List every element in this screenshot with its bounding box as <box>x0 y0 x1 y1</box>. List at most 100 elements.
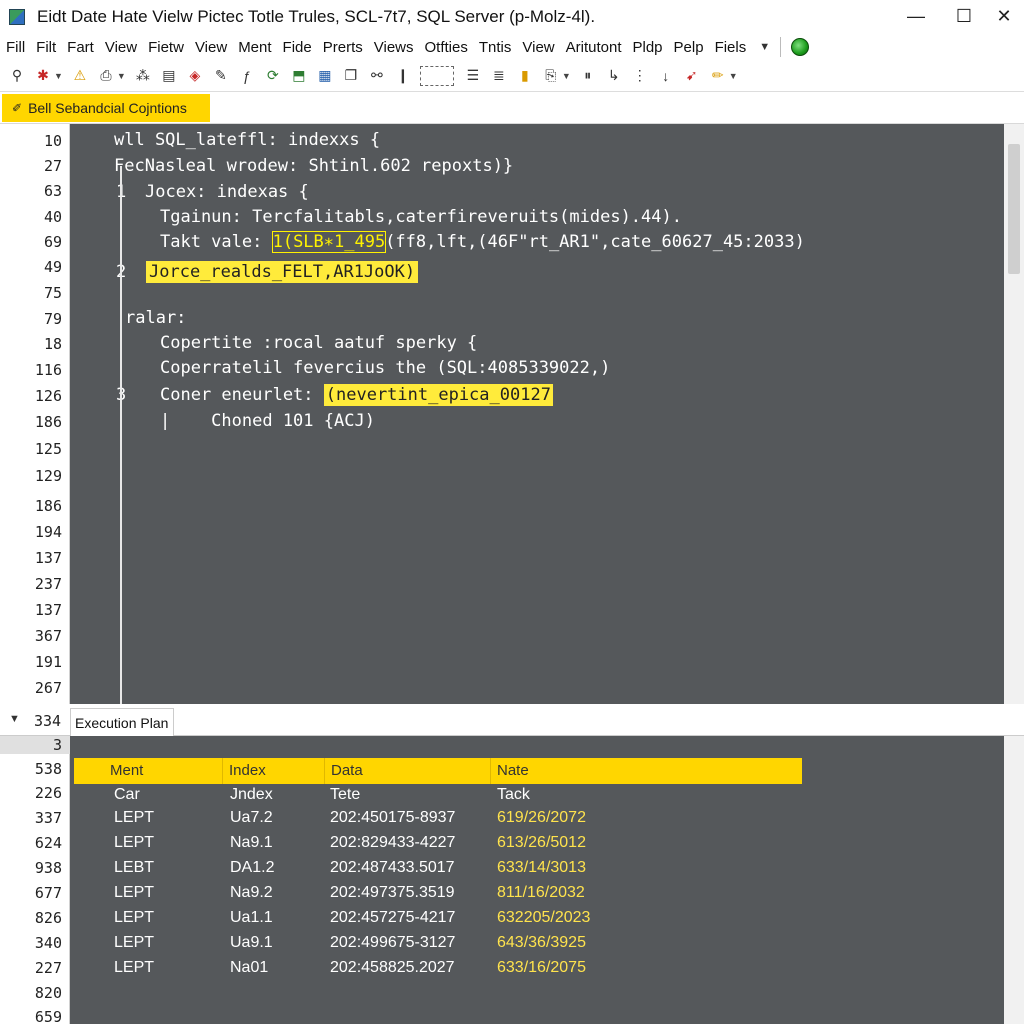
document-icon[interactable]: ▤ <box>160 67 178 85</box>
line-number: 69 <box>43 233 62 251</box>
menu-item[interactable]: Prerts <box>323 39 363 56</box>
code-line: Copertite :rocal aatuf sperky { <box>160 333 478 353</box>
menu-bar: Fill Filt Fart View Fietw View Ment Fide… <box>0 34 1024 60</box>
minimize-button[interactable]: — <box>902 4 930 28</box>
more-icon[interactable]: ⋮ <box>631 67 649 85</box>
line-number: 116 <box>34 361 62 379</box>
menu-item[interactable]: Tntis <box>479 39 512 56</box>
column-header[interactable]: Index <box>222 758 324 784</box>
chevron-down-icon[interactable]: ▼ <box>759 41 770 53</box>
warning-icon[interactable]: ⚠ <box>71 67 89 85</box>
query-tab-label: Bell Sebandcial Cojntions <box>28 100 187 116</box>
run-icon[interactable] <box>791 38 810 56</box>
function-icon[interactable]: ƒ <box>238 67 256 85</box>
line-number: 337 <box>34 809 62 827</box>
close-button[interactable]: ✕ <box>990 4 1018 28</box>
highlighted-value: Jorce_realds_FELT,AR1JoOK) <box>146 261 419 283</box>
code-line: Coner eneurlet: (nevertint_epica_00127 <box>160 384 553 406</box>
chevron-down-icon[interactable]: ▼ <box>9 713 20 725</box>
export-icon[interactable]: ⬒ <box>290 67 308 85</box>
table-cell: LEPT <box>114 884 155 901</box>
menu-item[interactable]: View <box>105 39 137 56</box>
menu-item[interactable]: Pelp <box>674 39 704 56</box>
column-header[interactable]: Nate <box>490 758 802 784</box>
code-line: wll SQL_lateffl: indexxs { <box>114 130 381 150</box>
column-header[interactable]: Data <box>324 758 490 784</box>
results-scrollbar[interactable] <box>1004 736 1024 1024</box>
pencil-icon[interactable]: ✏ <box>709 67 727 85</box>
menu-item[interactable]: Filt <box>36 39 56 56</box>
menu-item[interactable]: View <box>522 39 554 56</box>
highlighted-value: (nevertint_epica_00127 <box>323 384 553 406</box>
table-cell: 632205/2023 <box>497 909 591 926</box>
file-icon[interactable]: ⎘ <box>542 67 560 85</box>
menu-item[interactable]: Fill <box>6 39 25 56</box>
scrollbar-thumb[interactable] <box>1008 144 1020 274</box>
code-line: Jorce_realds_FELT,AR1JoOK) <box>146 261 419 283</box>
line-number: 3 <box>52 736 62 754</box>
chevron-down-icon[interactable]: ▼ <box>562 71 571 81</box>
tab-strip: ✐ Bell Sebandcial Cojntions <box>0 92 1024 124</box>
search-icon[interactable]: ⚲ <box>8 67 26 85</box>
connect-icon[interactable]: ✱ <box>34 67 52 85</box>
text-cursor-guide <box>120 166 122 704</box>
selection-box-icon[interactable] <box>419 65 454 86</box>
tab-execution-plan[interactable]: Execution Plan <box>70 708 174 736</box>
results-grid[interactable]: Ment Index Data Nate Car Jndex Tete Tack… <box>70 736 1004 1024</box>
query-tab[interactable]: ✐ Bell Sebandcial Cojntions <box>2 94 210 122</box>
edit-icon[interactable]: ✎ <box>212 67 230 85</box>
line-number: 938 <box>34 859 62 877</box>
table-cell: Car <box>114 786 140 803</box>
save-icon[interactable]: ◈ <box>186 67 204 85</box>
copy-icon[interactable]: ❐ <box>342 67 360 85</box>
grid-icon[interactable]: ▦ <box>316 67 334 85</box>
filter-icon[interactable]: ⁂ <box>134 67 152 85</box>
step-icon[interactable]: ↳ <box>605 67 623 85</box>
table-cell: DA1.2 <box>230 859 275 876</box>
line-number: 659 <box>34 1008 62 1024</box>
link-icon[interactable]: ⚯ <box>368 67 386 85</box>
line-number: 75 <box>43 284 62 302</box>
list-icon[interactable]: ≣ <box>490 67 508 85</box>
pause-icon[interactable]: ⏸ <box>579 67 597 85</box>
table-cell: Na01 <box>230 959 269 976</box>
table-cell: LEBT <box>114 859 155 876</box>
print-icon[interactable]: ⎙ <box>97 67 115 85</box>
book-icon[interactable]: ▮ <box>516 67 534 85</box>
chevron-down-icon[interactable]: ▼ <box>54 71 63 81</box>
menu-item[interactable]: Fart <box>67 39 94 56</box>
maximize-button[interactable]: ☐ <box>950 4 978 28</box>
align-icon[interactable]: ☰ <box>464 67 482 85</box>
app-icon <box>9 9 25 25</box>
debug-icon[interactable]: ➹ <box>683 67 701 85</box>
chevron-down-icon[interactable]: ▼ <box>117 71 126 81</box>
code-editor[interactable]: wll SQL_lateffl: indexxs { FecNasleal wr… <box>70 124 1004 704</box>
menu-item[interactable]: Pldp <box>633 39 663 56</box>
menu-item[interactable]: Fide <box>283 39 312 56</box>
menu-item[interactable]: Otfties <box>425 39 468 56</box>
code-text: (ff8,lft,(46F"rt_AR1",cate_60627_45:2033… <box>385 232 805 252</box>
line-number: 340 <box>34 934 62 952</box>
editor-scrollbar[interactable] <box>1004 124 1024 704</box>
arrow-down-icon[interactable]: ↓ <box>657 67 675 85</box>
line-number: 10 <box>43 132 62 150</box>
table-cell: 811/16/2032 <box>497 884 585 901</box>
line-number: 334 <box>34 712 62 730</box>
line-number: 367 <box>34 627 62 645</box>
menu-item[interactable]: Aritutont <box>566 39 622 56</box>
line-number: 677 <box>34 884 62 902</box>
table-cell: Ua9.1 <box>230 934 273 951</box>
menu-item[interactable]: View <box>195 39 227 56</box>
marker-icon[interactable]: ❙ <box>394 67 412 85</box>
chevron-down-icon[interactable]: ▼ <box>729 71 738 81</box>
menu-item[interactable]: Views <box>374 39 414 56</box>
table-cell: 643/36/3925 <box>497 934 586 951</box>
menu-item[interactable]: Fietw <box>148 39 184 56</box>
menu-item[interactable]: Ment <box>238 39 271 56</box>
menu-item[interactable]: Fiels <box>715 39 747 56</box>
line-number: 191 <box>34 653 62 671</box>
table-cell: LEPT <box>114 909 155 926</box>
pin-icon[interactable]: ✐ <box>12 101 22 115</box>
column-header[interactable]: Ment <box>104 758 228 784</box>
refresh-icon[interactable]: ⟳ <box>264 67 282 85</box>
